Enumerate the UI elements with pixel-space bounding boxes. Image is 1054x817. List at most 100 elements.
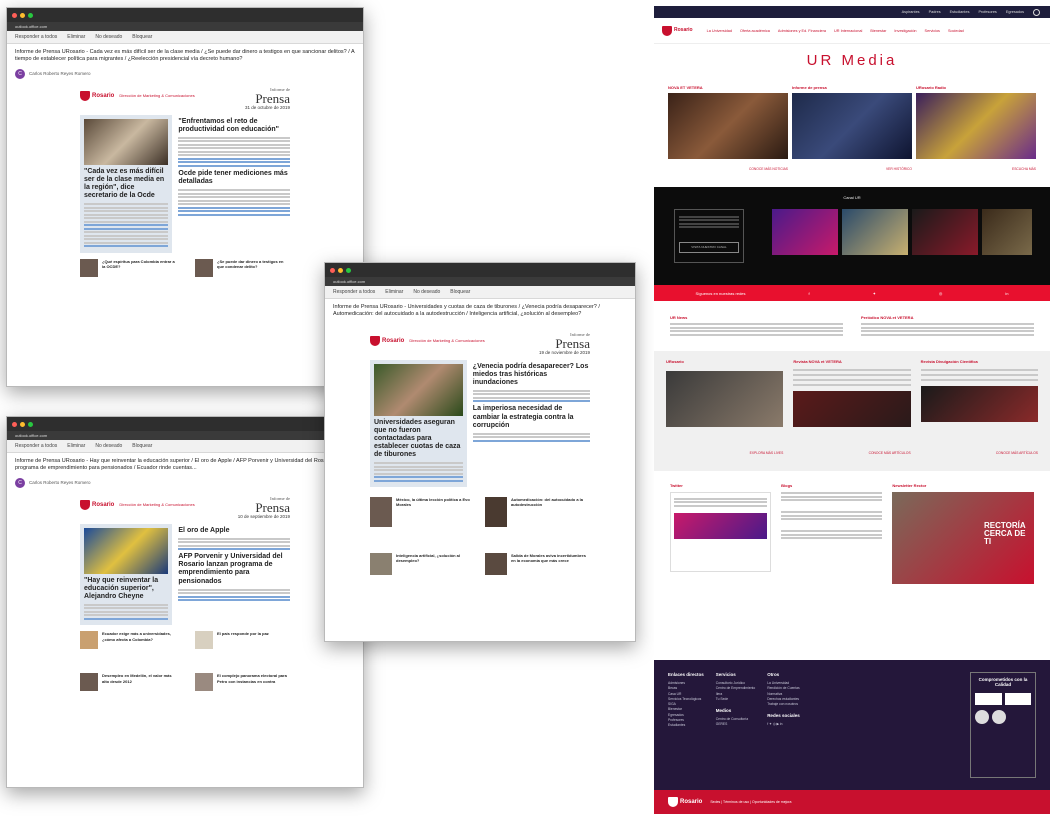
headline-2[interactable]: El oro de Apple: [178, 527, 290, 535]
menu-item[interactable]: Oferta académica: [740, 29, 770, 33]
reply-all-button[interactable]: Responder a todos: [333, 289, 375, 295]
footer-link[interactable]: Estudiantes: [668, 723, 704, 728]
menu-item[interactable]: Sociedad: [948, 29, 964, 33]
rosario-logo[interactable]: Rosario: [662, 25, 693, 36]
facebook-icon[interactable]: f: [809, 291, 810, 296]
footer-link[interactable]: Tu Sede: [716, 697, 755, 702]
revista-divulgacion: Revista Divulgación Científica CONOCE MÁS…: [920, 359, 1038, 463]
reply-all-button[interactable]: Responder a todos: [15, 443, 57, 449]
visit-channel-button[interactable]: VISITA NUESTRO CANAL: [679, 242, 739, 253]
minimize-icon[interactable]: [20, 12, 25, 18]
informe-card[interactable]: [792, 93, 912, 159]
nav-link[interactable]: Profesores: [978, 10, 996, 14]
article-image[interactable]: [920, 386, 1038, 422]
ur-news: UR News: [670, 315, 843, 337]
footer-link[interactable]: Rendición de Cuentas: [767, 686, 800, 691]
maximize-icon[interactable]: [28, 421, 33, 427]
menu-item[interactable]: La Universidad: [707, 29, 732, 33]
mini-story[interactable]: Inteligencia artificial, ¿solución al de…: [370, 553, 475, 576]
mini-story[interactable]: Automedicación: del autocuidado a la aut…: [485, 497, 590, 528]
menu-item[interactable]: UR Internacional: [834, 29, 862, 33]
delete-button[interactable]: Eliminar: [385, 289, 403, 295]
menu-item[interactable]: Bienestar: [870, 29, 886, 33]
social-icons[interactable]: f ✦ ◎ ▶ in: [767, 722, 800, 727]
menu-item[interactable]: Servicios: [925, 29, 940, 33]
headline-3[interactable]: Ocde pide tener mediciones más detallada…: [178, 170, 290, 186]
headline-3[interactable]: La imperiosa necesidad de cambiar la est…: [473, 405, 590, 429]
live-video[interactable]: [666, 371, 784, 427]
story-thumbnail: [370, 497, 392, 528]
featured-headline[interactable]: "Hay que reinventar la educación superio…: [84, 577, 168, 601]
nav-link[interactable]: Egresados: [1006, 10, 1024, 14]
explore-lives-link[interactable]: EXPLORA MÁS LIVES: [666, 451, 784, 463]
headline-3[interactable]: AFP Porvenir y Universidad del Rosario l…: [178, 553, 290, 585]
reply-all-button[interactable]: Responder a todos: [15, 34, 57, 40]
address-bar[interactable]: outlook.office.com: [7, 431, 363, 440]
magazine-section: URosario EXPLORA MÁS LIVES Revista NOVA e…: [654, 351, 1050, 471]
featured-column: Universidades aseguran que no fueron con…: [370, 359, 467, 488]
featured-photo: [374, 363, 463, 416]
rosario-logo: Rosario: [668, 797, 702, 807]
history-link[interactable]: VER HISTÓRICO: [792, 167, 912, 171]
address-bar[interactable]: outlook.office.com: [325, 277, 635, 286]
junk-button[interactable]: No deseado: [95, 443, 122, 449]
menu-item[interactable]: Admisiones y Ed. Financiera: [778, 29, 826, 33]
more-articles-link[interactable]: CONOCE MÁS ARTÍCULOS: [921, 451, 1038, 463]
article-image[interactable]: [793, 391, 911, 427]
close-icon[interactable]: [12, 12, 17, 18]
bottom-links[interactable]: Sedes | Términos de uso | Oportunidades …: [710, 800, 791, 804]
mini-story[interactable]: Desempleo en Medellín, el valor más alto…: [80, 673, 175, 692]
listen-more-link[interactable]: ESCUCHA MÁS: [916, 167, 1036, 171]
search-icon[interactable]: [1033, 8, 1040, 16]
featured-headline[interactable]: "Cada vez es más difícil ser de la clase…: [84, 168, 168, 200]
menu-item[interactable]: Investigación: [894, 29, 916, 33]
video-thumbnail[interactable]: [982, 209, 1032, 255]
minimize-icon[interactable]: [338, 267, 343, 273]
linkedin-icon[interactable]: in: [1005, 291, 1008, 296]
headline-2[interactable]: ¿Venecia podría desaparecer? Los miedos …: [473, 363, 590, 387]
radio-card[interactable]: [916, 93, 1036, 159]
delete-button[interactable]: Eliminar: [67, 34, 85, 40]
nav-link[interactable]: Estudiantes: [950, 10, 970, 14]
story-thumbnail: [370, 553, 392, 576]
mini-story[interactable]: México, la última lección política a Evo…: [370, 497, 475, 528]
mini-story[interactable]: Ecuador exige más a universidades, ¿cómo…: [80, 631, 175, 650]
maximize-icon[interactable]: [346, 267, 351, 273]
video-thumbnail[interactable]: [912, 209, 978, 255]
delete-button[interactable]: Eliminar: [67, 443, 85, 449]
block-button[interactable]: Bloquear: [132, 443, 152, 449]
block-button[interactable]: Bloquear: [132, 34, 152, 40]
headline-2[interactable]: "Enfrentamos el reto de productividad co…: [178, 118, 290, 134]
address-bar[interactable]: outlook.office.com: [7, 22, 363, 31]
block-button[interactable]: Bloquear: [450, 289, 470, 295]
nova-card[interactable]: [668, 93, 788, 159]
junk-button[interactable]: No deseado: [95, 34, 122, 40]
mini-story[interactable]: ¿Qué espíritus para Colombia entrar a la…: [80, 258, 175, 277]
more-articles-link[interactable]: CONOCE MÁS ARTÍCULOS: [793, 451, 911, 463]
more-news-link[interactable]: CONOCE MÁS NOTICIAS: [668, 167, 788, 171]
junk-button[interactable]: No deseado: [413, 289, 440, 295]
sender-row: C Carlos Roberto Reyes Romero: [7, 477, 363, 488]
mini-story[interactable]: Salida de Morales aviva incertidumbres e…: [485, 553, 590, 576]
ur-media-website: Aspirantes Padres Estudiantes Profesores…: [654, 6, 1050, 814]
video-thumbnail[interactable]: [772, 209, 838, 255]
mini-story[interactable]: El complejo panorama electoral para Petr…: [195, 673, 290, 692]
footer-link[interactable]: Centro de Emprendimiento: [716, 686, 755, 691]
rector-banner[interactable]: RECTORÍA CERCA DE TI: [892, 492, 1034, 584]
email-window-3: outlook.office.com Responder a todos Eli…: [6, 416, 364, 788]
nav-link[interactable]: Padres: [929, 10, 941, 14]
nav-link[interactable]: Aspirantes: [902, 10, 920, 14]
mini-story[interactable]: ¿Se puede dar dinero a testigos en que c…: [195, 258, 290, 277]
mini-story[interactable]: El país responde por la paz: [195, 631, 290, 650]
footer-link[interactable]: GERES: [716, 722, 755, 727]
video-thumbnail[interactable]: [842, 209, 908, 255]
footer-link[interactable]: Trabaje con nosotros: [767, 702, 800, 707]
close-icon[interactable]: [330, 267, 335, 273]
instagram-icon[interactable]: ◎: [939, 291, 943, 296]
featured-headline[interactable]: Universidades aseguran que no fueron con…: [374, 419, 463, 459]
close-icon[interactable]: [12, 421, 17, 427]
media-cards: [654, 93, 1050, 159]
maximize-icon[interactable]: [28, 12, 33, 18]
minimize-icon[interactable]: [20, 421, 25, 427]
twitter-icon[interactable]: ✦: [873, 291, 876, 296]
